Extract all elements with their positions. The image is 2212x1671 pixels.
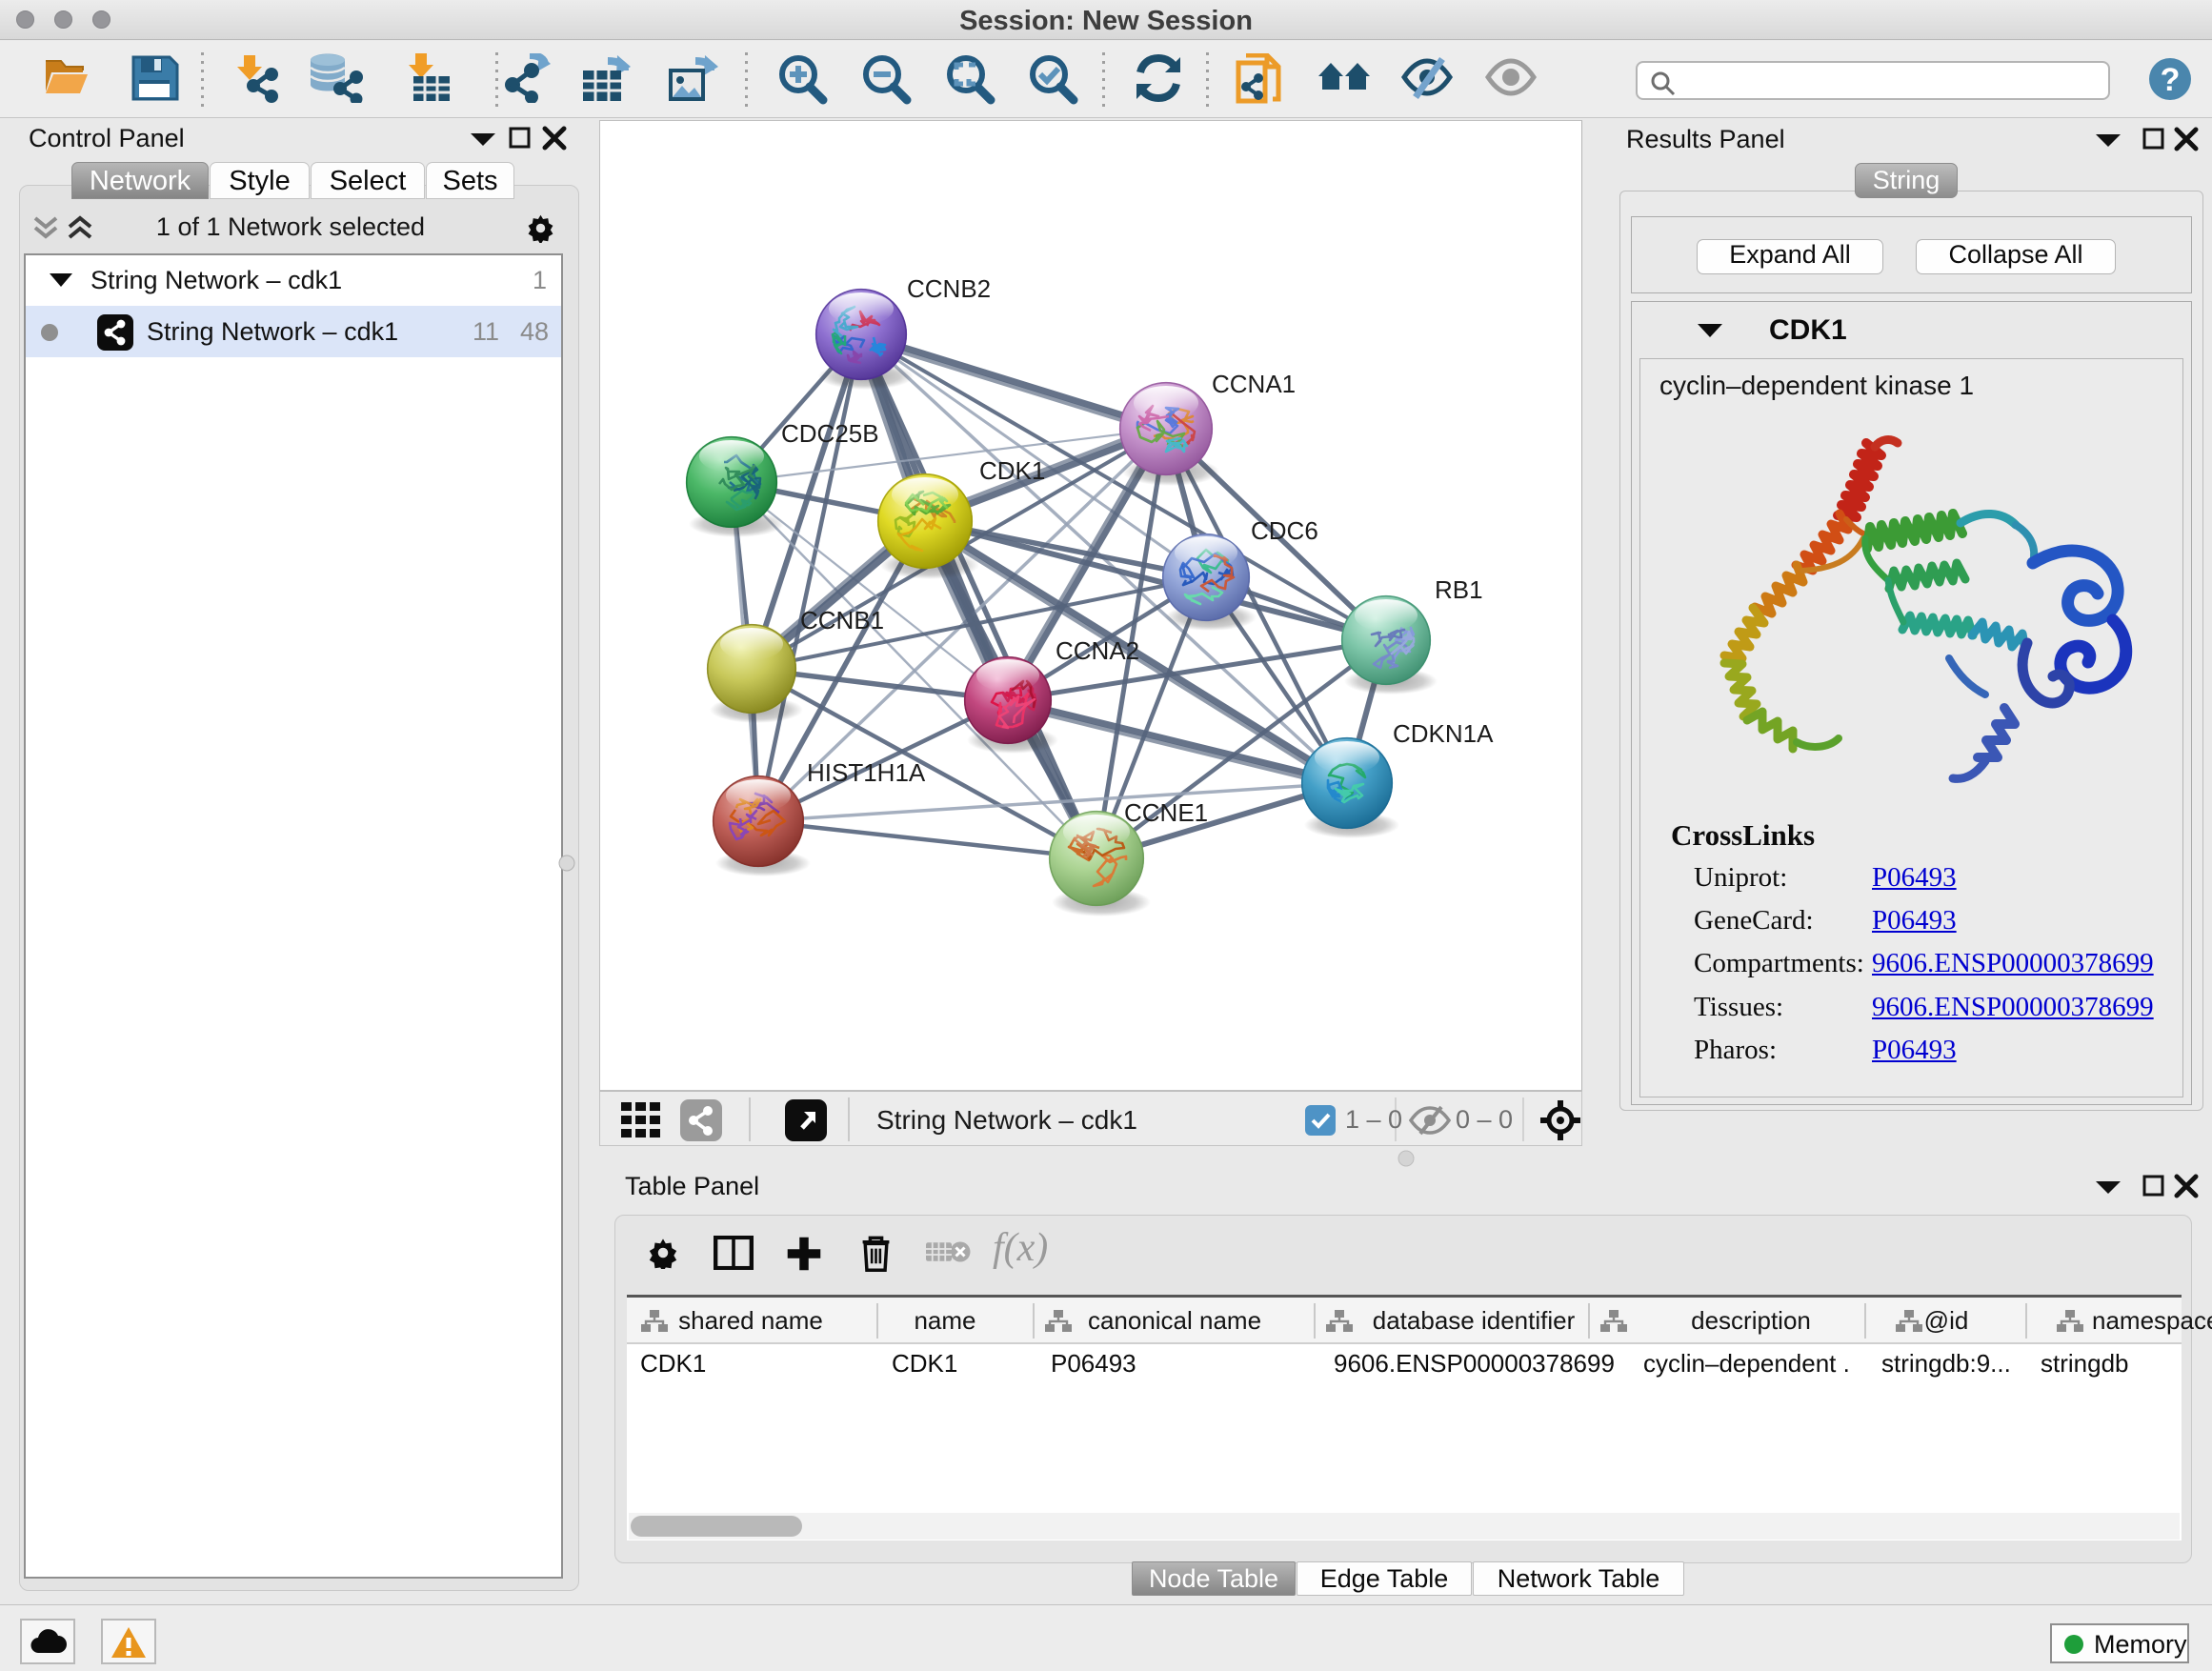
svg-text:HIST1H1A: HIST1H1A — [807, 758, 926, 787]
svg-text:CCNA1: CCNA1 — [1212, 370, 1296, 398]
svg-text:CDK1: CDK1 — [979, 456, 1045, 485]
svg-text:CDC25B: CDC25B — [781, 419, 879, 448]
svg-text:CCNB1: CCNB1 — [800, 606, 884, 634]
svg-text:CDC6: CDC6 — [1251, 516, 1318, 545]
svg-text:CCNA2: CCNA2 — [1056, 636, 1139, 665]
svg-text:CCNE1: CCNE1 — [1124, 798, 1208, 827]
svg-text:?: ? — [2161, 62, 2181, 98]
svg-text:RB1: RB1 — [1435, 575, 1483, 604]
svg-text:CCNB2: CCNB2 — [907, 274, 991, 303]
svg-text:CDKN1A: CDKN1A — [1393, 719, 1494, 748]
